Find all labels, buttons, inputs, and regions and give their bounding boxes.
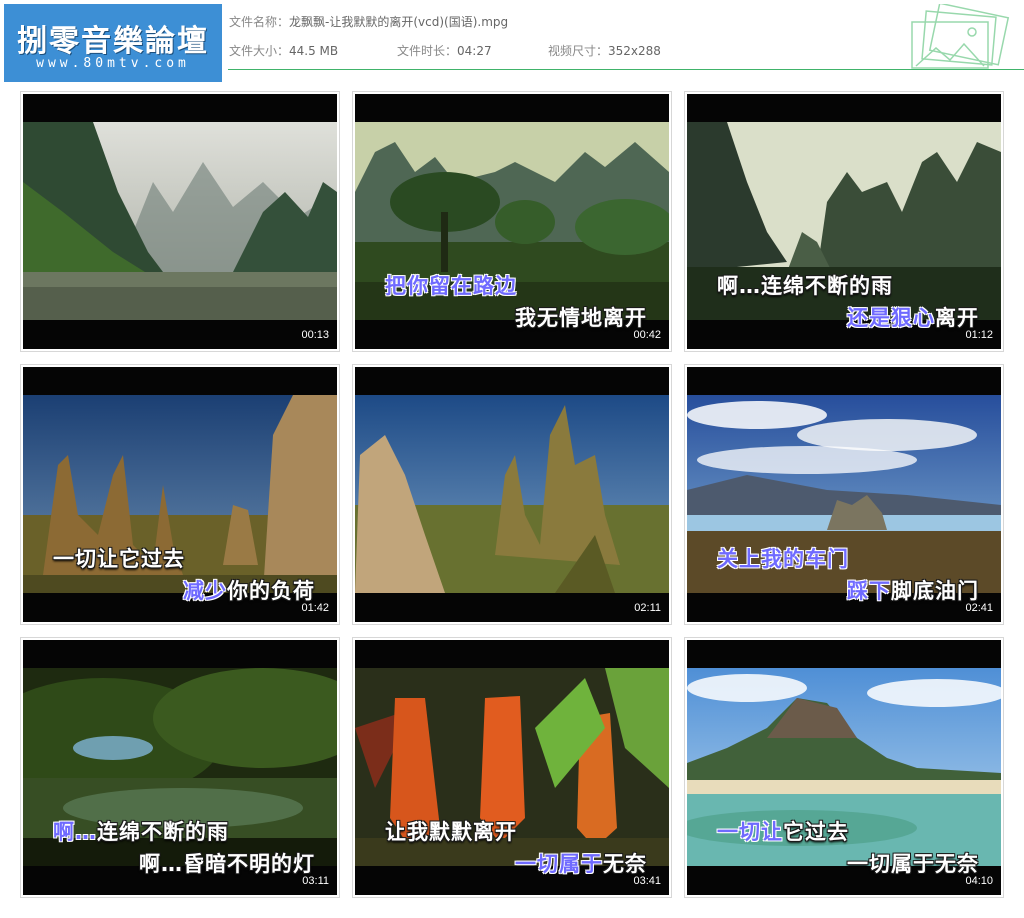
lyric-text: 啊…连绵不断的雨 xyxy=(717,274,893,298)
timestamp: 03:41 xyxy=(633,875,661,887)
lyric-subtitle: 啊…连绵不断的雨 xyxy=(53,816,229,846)
lyric-subtitle: 一切属于无奈 xyxy=(847,848,979,878)
lyric-text: 啊…昏暗不明的灯 xyxy=(139,852,315,876)
lyric-text: 让我默默离开 xyxy=(385,820,517,844)
thumbnail-tile[interactable]: 02:11 xyxy=(353,365,671,624)
header-divider xyxy=(228,69,1024,70)
duration-label: 文件时长： xyxy=(397,44,458,58)
file-name-label: 文件名称： xyxy=(229,15,290,29)
thumbnail-tile[interactable]: 一切让它过去一切属于无奈 04:10 xyxy=(685,638,1003,897)
lyric-subtitle: 还是狠心离开 xyxy=(847,302,979,332)
video-frame: 00:13 xyxy=(23,94,337,349)
thumbnail-tile[interactable]: 啊…连绵不断的雨啊…昏暗不明的灯 03:11 xyxy=(21,638,339,897)
timestamp: 00:42 xyxy=(633,329,661,341)
file-name-value: 龙飘飘-让我默默的离开(vcd)(国语).mpg xyxy=(289,15,509,29)
thumbnail-tile[interactable]: 让我默默离开一切属于无奈 03:41 xyxy=(353,638,671,897)
duration-row: 文件时长：04:27 xyxy=(397,42,492,59)
lyric-text: 你的负荷 xyxy=(227,579,315,603)
timestamp: 01:12 xyxy=(965,329,993,341)
lyric-highlight: 关上我的车门 xyxy=(717,547,849,571)
video-frame: 一切让它过去一切属于无奈 04:10 xyxy=(687,640,1001,895)
lyric-highlight: 一切属于 xyxy=(515,852,603,876)
lyric-text: 无奈 xyxy=(603,852,647,876)
timestamp: 04:10 xyxy=(965,875,993,887)
file-size-value: 44.5 MB xyxy=(289,44,339,58)
duration-value: 04:27 xyxy=(457,44,492,58)
thumbnail-tile[interactable]: 啊…连绵不断的雨还是狠心离开 01:12 xyxy=(685,92,1003,351)
lyric-subtitle: 把你留在路边 xyxy=(385,270,517,300)
scene-image xyxy=(355,395,669,593)
video-frame: 把你留在路边我无情地离开 00:42 xyxy=(355,94,669,349)
timestamp: 03:11 xyxy=(302,875,329,887)
timestamp: 02:11 xyxy=(634,602,661,614)
video-frame: 让我默默离开一切属于无奈 03:41 xyxy=(355,640,669,895)
video-frame: 啊…连绵不断的雨啊…昏暗不明的灯 03:11 xyxy=(23,640,337,895)
timestamp: 00:13 xyxy=(301,329,329,341)
file-name-row: 文件名称：龙飘飘-让我默默的离开(vcd)(国语).mpg xyxy=(229,13,508,30)
timestamp: 01:42 xyxy=(301,602,329,614)
thumbnail-tile[interactable]: 00:13 xyxy=(21,92,339,351)
logo-url: www.80mtv.com xyxy=(36,56,190,71)
lyric-text: 它过去 xyxy=(783,820,849,844)
file-size-label: 文件大小： xyxy=(229,44,290,58)
lyric-text: 一切让它过去 xyxy=(53,547,185,571)
lyric-highlight: 把你留在路边 xyxy=(385,274,517,298)
lyric-subtitle: 一切让它过去 xyxy=(53,543,185,573)
resolution-label: 视频尺寸： xyxy=(548,44,609,58)
video-frame: 02:11 xyxy=(355,367,669,622)
forum-logo[interactable]: 捌零音樂論壇 www.80mtv.com xyxy=(4,4,222,82)
thumbnail-grid: 00:13 把你留在路边 我无情地离开 00:42 啊…连绵不断的雨 还是狠心离开 01… xyxy=(21,92,1005,900)
video-frame: 啊…连绵不断的雨还是狠心离开 01:12 xyxy=(687,94,1001,349)
lyric-highlight: 一切让 xyxy=(717,820,783,844)
thumbnail-tile[interactable]: 一切让它过去减少你的负荷 01:42 xyxy=(21,365,339,624)
lyric-highlight: 踩下 xyxy=(847,579,891,603)
header: 捌零音樂論壇 www.80mtv.com 文件名称：龙飘飘-让我默默的离开(vc… xyxy=(0,0,1024,82)
timestamp: 02:41 xyxy=(965,602,993,614)
lyric-highlight: 啊… xyxy=(53,820,97,844)
scene-image xyxy=(23,122,337,320)
thumbnail-tile[interactable]: 把你留在路边我无情地离开 00:42 xyxy=(353,92,671,351)
lyric-text: 离开 xyxy=(935,306,979,330)
lyric-subtitle: 啊…昏暗不明的灯 xyxy=(139,848,315,878)
lyric-subtitle: 关上我的车门 xyxy=(717,543,849,573)
lyric-subtitle: 我无情地离开 xyxy=(515,302,647,332)
lyric-subtitle: 减少你的负荷 xyxy=(183,575,315,605)
thumbnail-tile[interactable]: 关上我的车门踩下脚底油门 02:41 xyxy=(685,365,1003,624)
lyric-text: 连绵不断的雨 xyxy=(97,820,229,844)
picture-stack-icon xyxy=(911,4,1010,69)
logo-title: 捌零音樂論壇 xyxy=(17,24,209,59)
video-frame: 关上我的车门踩下脚底油门 02:41 xyxy=(687,367,1001,622)
resolution-value: 352x288 xyxy=(608,44,661,58)
lyric-subtitle: 让我默默离开 xyxy=(385,816,517,846)
lyric-highlight: 还是狠心 xyxy=(847,306,935,330)
lyric-subtitle: 一切让它过去 xyxy=(717,816,849,846)
lyric-text: 一切属于无奈 xyxy=(847,852,979,876)
lyric-highlight: 减少 xyxy=(183,579,227,603)
lyric-text: 脚底油门 xyxy=(891,579,979,603)
lyric-text: 我无情地离开 xyxy=(515,306,647,330)
file-size-row: 文件大小：44.5 MB xyxy=(229,42,338,59)
video-frame: 一切让它过去减少你的负荷 01:42 xyxy=(23,367,337,622)
lyric-subtitle: 一切属于无奈 xyxy=(515,848,647,878)
lyric-subtitle: 啊…连绵不断的雨 xyxy=(717,270,893,300)
lyric-subtitle: 踩下脚底油门 xyxy=(847,575,979,605)
resolution-row: 视频尺寸：352x288 xyxy=(548,42,661,59)
